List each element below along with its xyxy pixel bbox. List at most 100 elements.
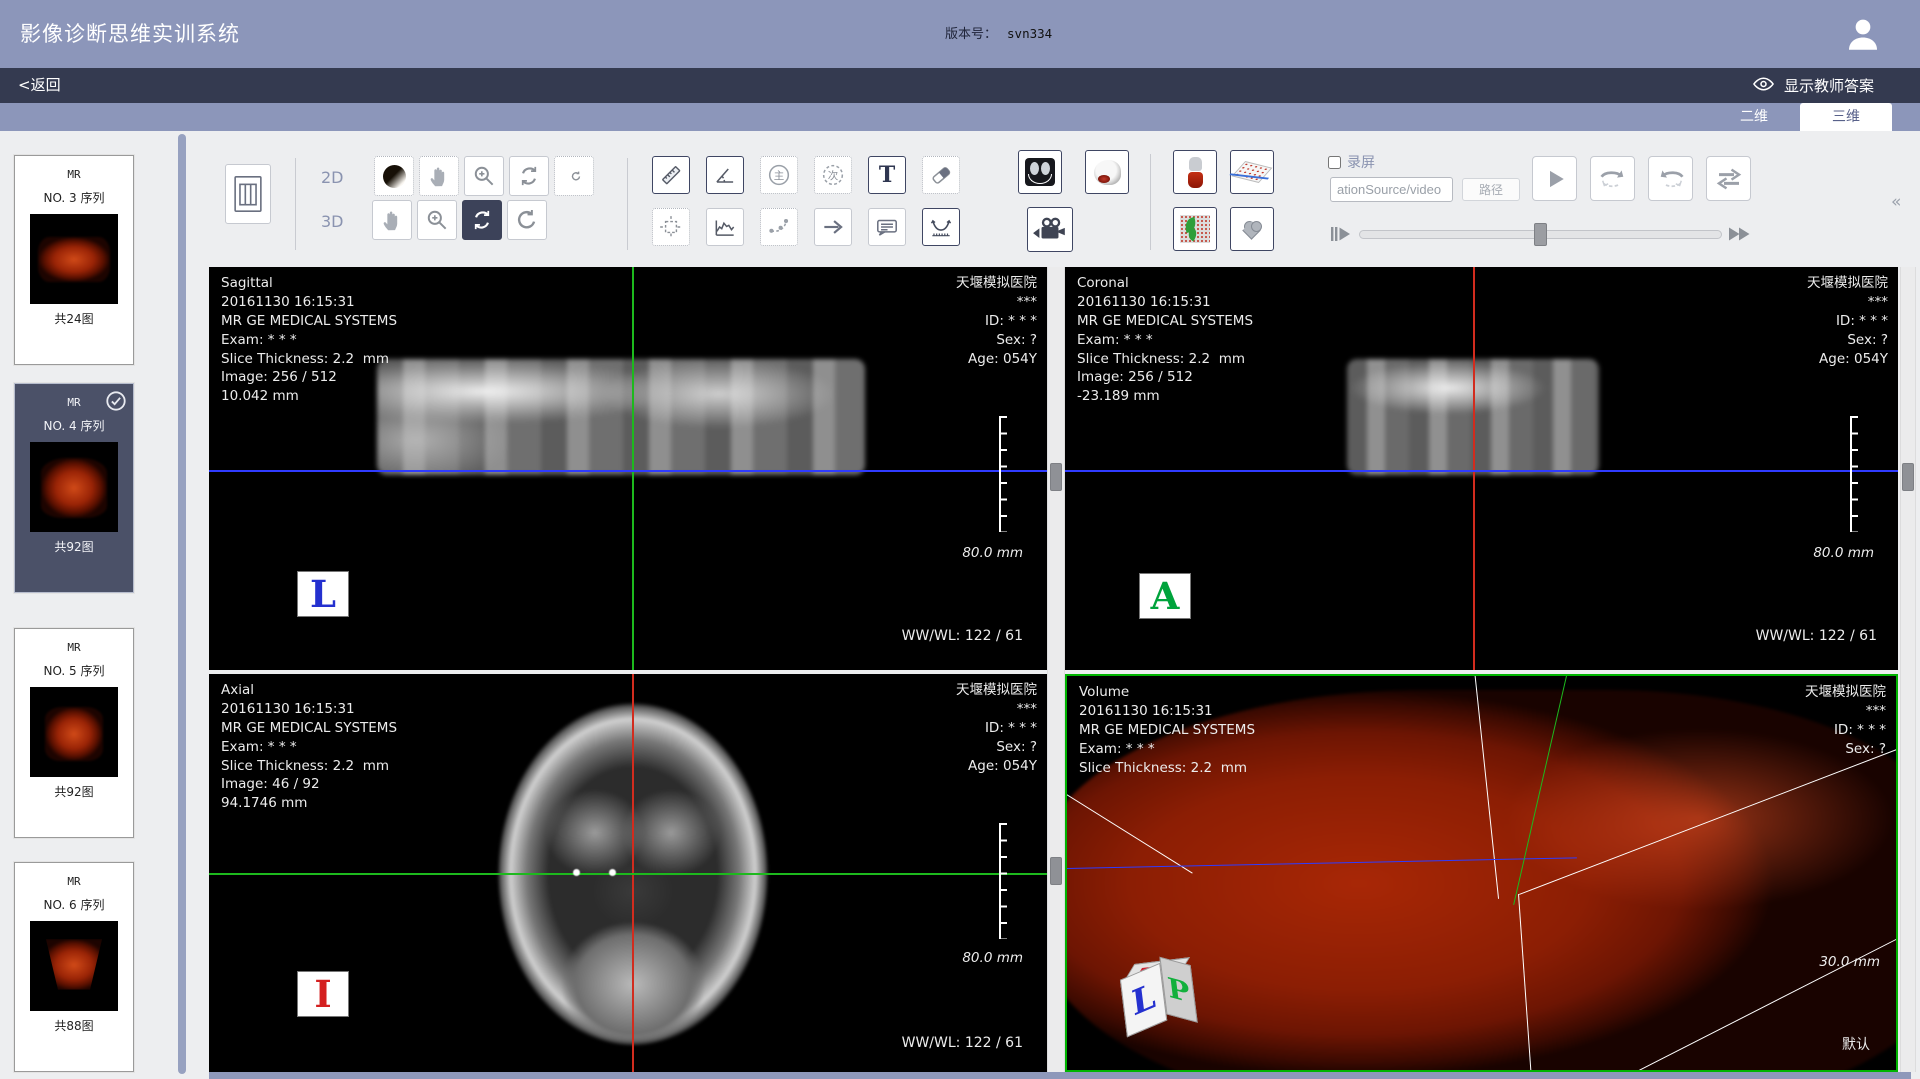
comment-tool-button[interactable]	[868, 208, 906, 246]
scale-ruler	[1850, 416, 1858, 532]
slice-scroll-handle-axial[interactable]	[1050, 857, 1062, 885]
tab-3d[interactable]: 三维	[1800, 103, 1892, 131]
back-button[interactable]: <返回	[18, 68, 61, 103]
series-card-5[interactable]: MR NO. 5 序列 共92图	[14, 628, 134, 838]
series-card-6[interactable]: MR NO. 6 序列 共88图	[14, 862, 134, 1072]
layout-columns-button[interactable]	[225, 164, 271, 224]
version-label: 版本号：	[945, 27, 997, 42]
show-teacher-answer-button[interactable]: 显示教师答案	[1752, 68, 1874, 103]
viewport-sagittal[interactable]: Sagittal 20161130 16:15:31 MR GE MEDICAL…	[209, 267, 1047, 670]
skull-3d-button[interactable]	[1085, 150, 1129, 194]
slice-scrollbar-right[interactable]	[1900, 267, 1916, 1072]
patient-info-right: 天堰模拟医院 *** ID: * * * Sex: ? Age: 054Y	[1807, 274, 1888, 368]
series-card-4-selected[interactable]: MR NO. 4 序列 共92图	[14, 383, 134, 593]
reset-camera-button[interactable]	[507, 200, 547, 240]
crosshair-vertical-green[interactable]	[632, 267, 634, 670]
knee-3d-button[interactable]	[1173, 150, 1217, 194]
lung-ct-icon	[1025, 158, 1055, 186]
zoom-3d-button[interactable]	[417, 200, 457, 240]
curve-tool-button[interactable]	[760, 208, 798, 246]
rotate-2d-button[interactable]	[509, 156, 549, 196]
eraser-tool-button[interactable]	[922, 156, 960, 194]
crosshair-vertical-red[interactable]	[1473, 267, 1475, 670]
orientation-cube[interactable]: L P	[1117, 949, 1220, 1055]
rotate-3d-button-active[interactable]	[462, 200, 502, 240]
rotate-back-button[interactable]	[1648, 156, 1693, 201]
viewport-volume-selected[interactable]: Volume 20161130 16:15:31 MR GE MEDICAL S…	[1065, 674, 1898, 1072]
window-level-button[interactable]	[374, 156, 414, 196]
text-tool-button[interactable]: T	[868, 156, 906, 194]
roi-tool-button[interactable]	[652, 208, 690, 246]
angle-tool-button[interactable]	[706, 156, 744, 194]
frame-slider-track[interactable]	[1359, 230, 1722, 239]
series-thumbnail	[30, 921, 118, 1011]
comment-icon	[874, 214, 900, 240]
view-mode-tabbar: 二维 三维	[0, 103, 1920, 131]
video-path-input[interactable]	[1330, 177, 1453, 202]
svg-text:主: 主	[774, 170, 785, 182]
export-video-button[interactable]	[1027, 207, 1073, 252]
slice-scrollbar-middle[interactable]	[1047, 267, 1065, 1072]
horizontal-scrollbar[interactable]	[209, 1072, 1911, 1079]
series-name: NO. 3 序列	[15, 189, 133, 206]
window-level-reset-button[interactable]	[554, 156, 594, 196]
heart-3d-button[interactable]	[1230, 207, 1274, 251]
rotate-back-icon	[1655, 165, 1687, 193]
window-width-level: WW/WL: 122 / 61	[1756, 628, 1877, 644]
crosshair-horizontal-blue[interactable]	[209, 470, 1047, 472]
frame-slider-handle[interactable]	[1534, 223, 1547, 246]
swap-views-button[interactable]	[1706, 156, 1751, 201]
window-width-level: WW/WL: 122 / 61	[902, 628, 1023, 644]
slice-scroll-handle-coronal[interactable]	[1902, 463, 1914, 491]
heart-3d-icon	[1241, 219, 1263, 239]
scale-label: 80.0 mm	[962, 950, 1023, 966]
slab-mpr-icon	[1232, 161, 1273, 183]
render-preset-label: 默认	[1842, 1034, 1870, 1054]
angle-icon	[712, 162, 738, 188]
record-screen-checkbox-label[interactable]: 录屏	[1328, 152, 1375, 172]
sub-nav-bar: <返回 显示教师答案	[0, 68, 1920, 103]
histogram-tool-button[interactable]	[706, 208, 744, 246]
region-grow-button[interactable]	[1173, 207, 1217, 251]
ruler-tool-button[interactable]	[652, 156, 690, 194]
zoom-2d-button[interactable]	[464, 156, 504, 196]
tab-2d[interactable]: 二维	[1708, 103, 1800, 131]
series-name: NO. 6 序列	[15, 896, 133, 913]
selected-check-icon	[105, 390, 127, 416]
play-icon	[1540, 164, 1570, 194]
crosshair-horizontal-green[interactable]	[209, 873, 1047, 875]
sidebar-scrollbar[interactable]	[178, 134, 186, 1074]
slider-start-icon[interactable]	[1330, 224, 1356, 248]
user-avatar-icon[interactable]	[1842, 13, 1884, 55]
play-button[interactable]	[1532, 156, 1577, 201]
secondary-marker-tool-button[interactable]: 次	[814, 156, 852, 194]
series-thumbnail	[30, 442, 118, 532]
collapse-toolbar-icon[interactable]: «	[1891, 192, 1901, 212]
main-circle-icon: 主	[765, 161, 793, 189]
rotate-icon	[469, 207, 495, 233]
slider-end-icon[interactable]	[1727, 224, 1757, 248]
path-button[interactable]: 路径	[1462, 178, 1520, 201]
main-marker-tool-button[interactable]: 主	[760, 156, 798, 194]
dicom-info-left: Coronal 20161130 16:15:31 MR GE MEDICAL …	[1077, 274, 1253, 406]
series-image-count: 共92图	[15, 783, 133, 800]
slice-scroll-handle-sagittal[interactable]	[1050, 463, 1062, 491]
viewport-coronal[interactable]: Coronal 20161130 16:15:31 MR GE MEDICAL …	[1065, 267, 1898, 670]
slab-mpr-button[interactable]	[1230, 150, 1274, 194]
series-card-3[interactable]: MR NO. 3 序列 共24图	[14, 155, 134, 365]
rotate-forward-button[interactable]	[1590, 156, 1635, 201]
crosshair-horizontal-blue[interactable]	[1065, 470, 1898, 472]
viewport-axial[interactable]: Axial 20161130 16:15:31 MR GE MEDICAL SY…	[209, 674, 1047, 1072]
app-header: 影像诊断思维实训系统 版本号：svn334	[0, 0, 1920, 68]
pan-3d-button[interactable]	[372, 200, 412, 240]
series-image-count: 共24图	[15, 310, 133, 327]
dicom-info-left: Sagittal 20161130 16:15:31 MR GE MEDICAL…	[221, 274, 397, 406]
record-screen-checkbox[interactable]	[1328, 156, 1341, 169]
arrow-tool-button[interactable]	[814, 208, 852, 246]
secondary-circle-icon: 次	[819, 161, 847, 189]
lung-ct-button[interactable]	[1018, 150, 1062, 194]
curved-ruler-tool-button[interactable]	[922, 208, 960, 246]
window-width-level: WW/WL: 122 / 61	[902, 1035, 1023, 1051]
version-info: 版本号：svn334	[945, 0, 1052, 69]
pan-2d-button[interactable]	[419, 156, 459, 196]
